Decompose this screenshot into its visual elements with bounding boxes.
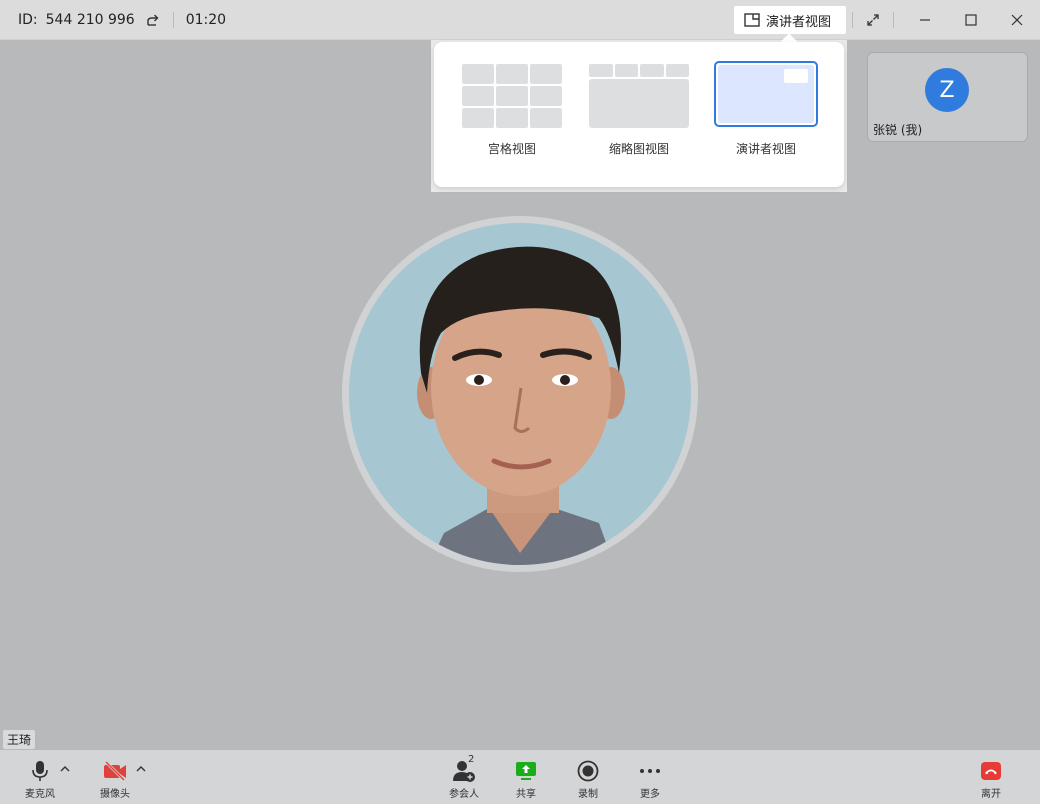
view-menu: 宫格视图 缩略图视图 演讲者视图 [434, 42, 844, 187]
camera-label: 摄像头 [100, 789, 130, 800]
participants-count: 2 [468, 754, 475, 765]
view-option-label: 宫格视图 [487, 142, 536, 156]
record-label: 录制 [578, 789, 598, 800]
main-speaker-avatar [342, 216, 698, 572]
chevron-up-icon[interactable] [60, 764, 70, 774]
microphone-icon [32, 761, 48, 781]
self-video-tile[interactable]: Z 张锐 (我) [867, 52, 1028, 142]
avatar: Z [925, 68, 969, 112]
view-option-label: 演讲者视图 [735, 142, 796, 156]
title-bar: ID: 544 210 996 01:20 演讲者视图 [0, 0, 1040, 40]
view-switch-button[interactable]: 演讲者视图 [734, 6, 846, 34]
microphone-label: 麦克风 [25, 789, 55, 800]
participants-button[interactable]: 2 参会人 [440, 754, 488, 800]
camera-off-icon [104, 761, 126, 781]
participants-label: 参会人 [449, 789, 479, 800]
microphone-button[interactable]: 麦克风 [16, 758, 64, 800]
meeting-toolbar: 麦克风 摄像头 2 参会人 共享 录制 更多 离开 [0, 750, 1040, 804]
divider [172, 12, 174, 28]
hang-up-icon [981, 762, 1001, 780]
speaker-photo [349, 223, 691, 565]
meeting-timer: 01:20 [185, 12, 227, 28]
participant-name: 张锐 (我) [873, 123, 923, 137]
share-button[interactable]: 共享 [502, 758, 550, 800]
record-button[interactable]: 录制 [564, 758, 612, 800]
leave-label: 离开 [981, 789, 1001, 800]
more-label: 更多 [640, 789, 660, 800]
minimize-icon[interactable] [915, 10, 935, 30]
presenter-view-icon [714, 61, 818, 127]
share-link-icon[interactable] [145, 12, 161, 28]
meeting-id: 544 210 996 [45, 12, 135, 28]
chevron-up-icon[interactable] [136, 764, 146, 774]
divider [893, 12, 894, 28]
camera-button[interactable]: 摄像头 [91, 758, 139, 800]
more-icon [640, 769, 660, 773]
view-option-label: 缩略图视图 [608, 142, 669, 156]
presenter-layout-icon [744, 13, 760, 27]
meeting-id-label: ID: [18, 12, 38, 28]
fullscreen-icon[interactable] [863, 10, 883, 30]
leave-button[interactable]: 离开 [967, 758, 1015, 800]
close-icon[interactable] [1007, 10, 1027, 30]
share-label: 共享 [516, 789, 536, 800]
meeting-info: ID: 544 210 996 01:20 [18, 0, 226, 40]
maximize-icon[interactable] [961, 10, 981, 30]
share-screen-icon [516, 762, 536, 780]
thumbnail-view-icon [589, 64, 689, 128]
record-icon [577, 760, 599, 782]
more-button[interactable]: 更多 [626, 758, 674, 800]
view-switch-label: 演讲者视图 [766, 14, 832, 30]
divider [852, 12, 853, 28]
speaker-name-label: 王琦 [3, 730, 36, 749]
view-option-grid[interactable]: 宫格视图 [457, 64, 567, 157]
view-option-presenter[interactable]: 演讲者视图 [711, 61, 821, 157]
grid-view-icon [462, 64, 562, 128]
view-option-thumbnail[interactable]: 缩略图视图 [584, 64, 694, 157]
